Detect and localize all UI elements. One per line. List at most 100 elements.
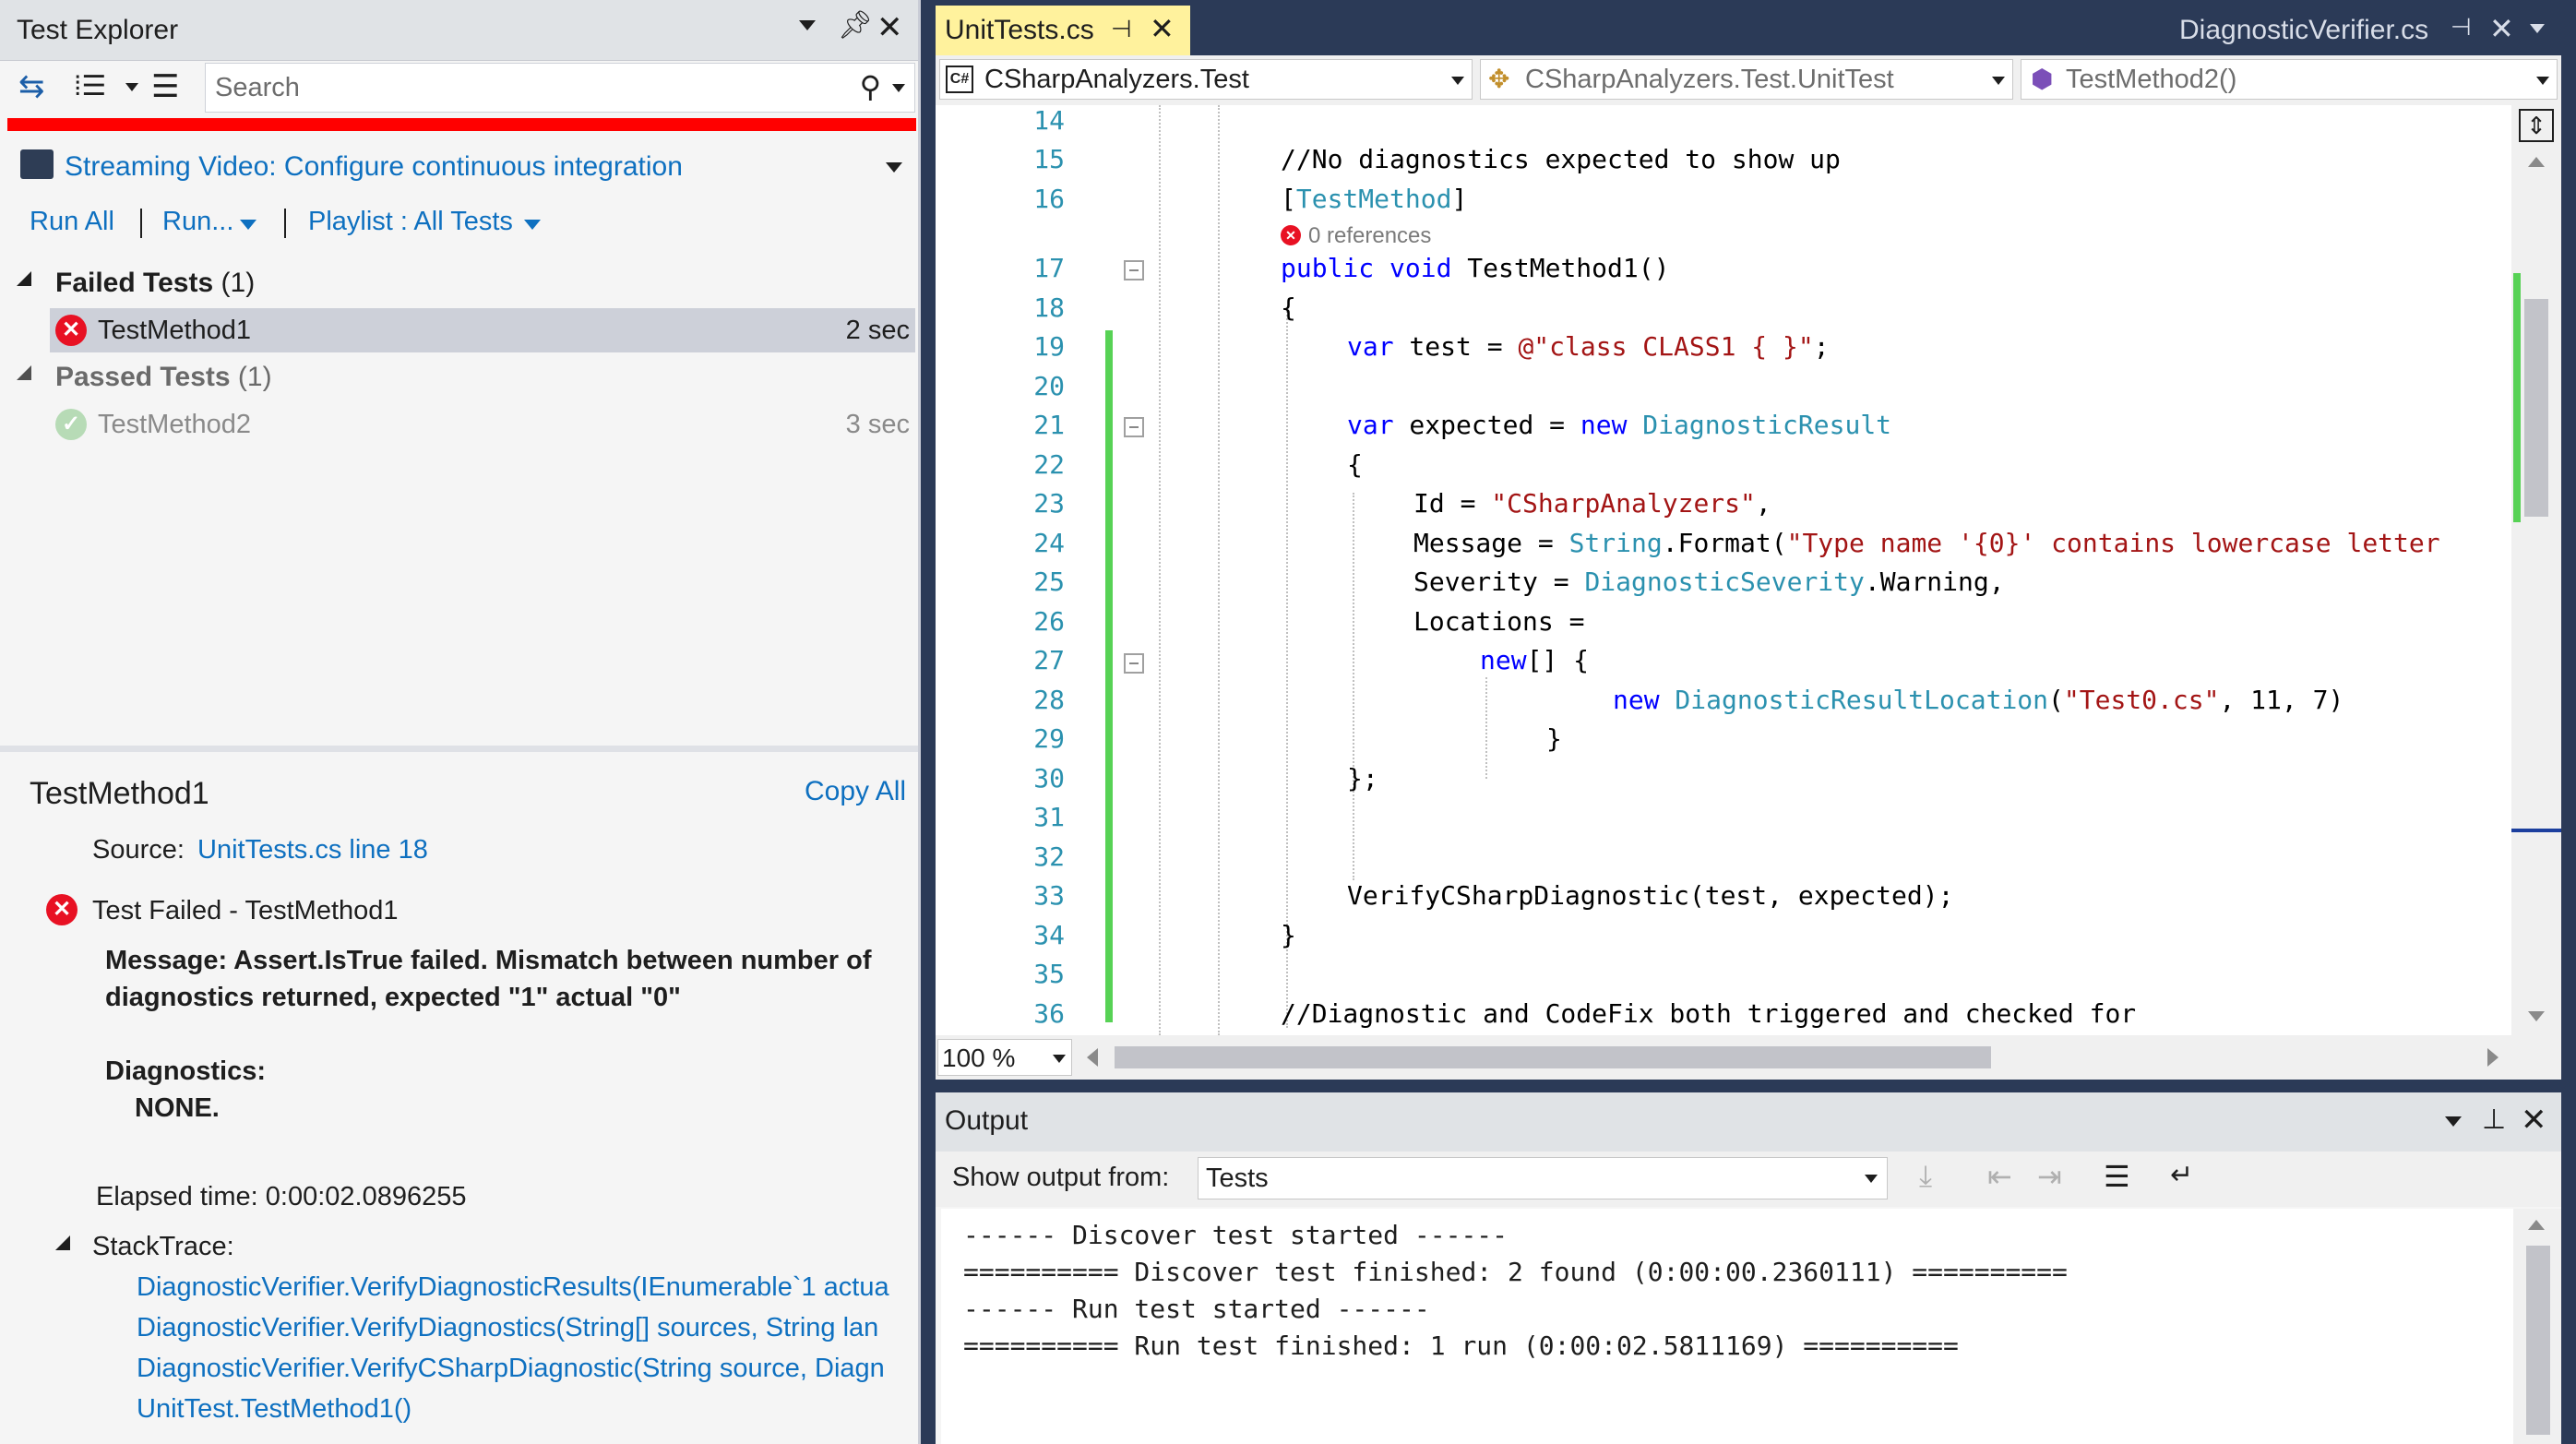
line-number: 17 [1033,253,1065,283]
playlist-chevron-icon[interactable] [524,220,541,230]
search-box[interactable]: Search ⚲ [205,63,915,113]
code-line: [TestMethod] [1281,184,1468,214]
close-icon[interactable]: ✕ [877,9,903,46]
scroll-thumb[interactable] [2524,299,2548,517]
collapse-icon[interactable] [1124,653,1144,674]
line-number: 31 [1033,802,1065,832]
copy-all-link[interactable]: Copy All [805,776,906,807]
error-icon: ✕ [46,894,78,925]
close-icon[interactable]: ✕ [2489,11,2514,46]
hierarchy-chevron-icon[interactable] [125,83,138,91]
clear-all-icon[interactable]: ☰ [2104,1159,2130,1194]
find-message-icon[interactable]: ⤓ [1919,1159,1932,1194]
class-icon: ✥ [1488,65,1510,93]
csharp-project-icon: C# [946,66,973,93]
references-count[interactable]: 0 references [1308,223,1431,249]
code-line: } [1546,723,1562,754]
scroll-left-icon[interactable] [1087,1048,1098,1067]
line-number: 34 [1033,920,1065,950]
failed-group-title: Failed Tests [55,268,214,298]
search-icon[interactable]: ⚲ [860,69,881,104]
vertical-scrollbar[interactable]: ⇕ [2511,105,2561,1035]
pin-icon[interactable]: 📌︎ [838,9,873,42]
tab-label: UnitTests.cs [945,15,1094,45]
project-dropdown[interactable]: C# CSharpAnalyzers.Test [939,59,1473,100]
line-number: 15 [1033,144,1065,174]
tab-unittests[interactable]: UnitTests.cs ⊣ ✕ [936,6,1190,55]
source-link[interactable]: UnitTests.cs line 18 [197,835,428,865]
pin-icon[interactable]: ⊣ [1111,15,1132,43]
streaming-chevron-icon[interactable] [886,162,902,173]
passed-group-expander-icon[interactable] [17,365,31,380]
playlist-dropdown[interactable]: Playlist : All Tests [308,207,513,237]
zoom-dropdown[interactable]: 100 % [937,1039,1072,1076]
run-all-link[interactable]: Run All [30,207,114,237]
tab-diagnosticverifier[interactable]: DiagnosticVerifier.cs ⊣ ✕ [2177,0,2565,55]
list-icon[interactable]: ☰ [151,68,179,105]
scroll-thumb[interactable] [2526,1246,2550,1435]
test-row-passed[interactable]: ✓ TestMethod2 3 sec [50,402,915,447]
close-icon[interactable]: ✕ [2521,1102,2547,1139]
project-name: CSharpAnalyzers.Test [984,65,1249,94]
previous-message-icon[interactable]: ⇤ [1987,1159,2012,1194]
code-editor[interactable]: 14 15 16 17 18 19 20 21 22 23 24 25 26 2… [936,105,2511,1035]
horizontal-scroll-thumb[interactable] [1115,1046,1991,1068]
collapse-icon[interactable] [1124,417,1144,437]
close-icon[interactable]: ✕ [1150,11,1175,46]
class-dropdown[interactable]: ✥ CSharpAnalyzers.Test.UnitTest [1480,59,2013,100]
error-message-line2: diagnostics returned, expected "1" actua… [105,983,681,1012]
passed-tests-group[interactable]: Passed Tests (1) [55,362,272,393]
diagnostics-value: NONE. [135,1093,220,1123]
test-row-failed[interactable]: ✕ TestMethod1 2 sec [50,308,915,352]
scroll-up-icon[interactable] [2528,1220,2545,1230]
pin-icon[interactable]: ⊥ [2482,1104,2506,1136]
line-number: 28 [1033,685,1065,715]
panel-splitter[interactable] [0,746,918,752]
output-vertical-scrollbar[interactable] [2513,1209,2561,1444]
group-by-icon[interactable]: ⇆ [18,68,45,105]
failed-group-expander-icon[interactable] [17,271,31,286]
output-toolbar: Show output from: Tests ⤓ ⇤ ⇥ ☰ ↵ [936,1152,2561,1207]
code-line: { [1281,292,1296,323]
separator [284,209,286,238]
output-source-dropdown[interactable]: Tests [1198,1157,1888,1199]
failed-group-count: (1) [221,268,256,298]
output-title: Output [945,1105,1029,1136]
code-line: var expected = new DiagnosticResult [1347,410,1892,440]
output-source: Tests [1206,1164,1269,1193]
scroll-up-icon[interactable] [2528,157,2545,167]
check-icon: ✓ [55,409,87,440]
search-input[interactable]: Search [215,73,300,103]
next-message-icon[interactable]: ⇥ [2037,1159,2062,1194]
line-number: 30 [1033,763,1065,794]
run-dropdown[interactable]: Run... [162,207,233,237]
test-name: TestMethod2 [98,410,252,439]
run-chevron-icon[interactable] [240,220,256,230]
output-text-area[interactable]: ------ Discover test started ------ ====… [941,1209,2513,1444]
stacktrace-expander-icon[interactable] [55,1235,70,1250]
line-number: 36 [1033,998,1065,1029]
scroll-right-icon[interactable] [2487,1048,2498,1067]
hierarchy-icon[interactable]: ⁞☰ [74,70,106,102]
test-duration: 3 sec [845,410,910,439]
streaming-video-label[interactable]: Streaming Video: Configure continuous in… [65,151,683,183]
stacktrace-frame[interactable]: DiagnosticVerifier.VerifyCSharpDiagnosti… [137,1354,895,1384]
tab-list-chevron-icon[interactable] [2530,24,2545,33]
test-explorer-panel: Test Explorer 📌︎ ✕ ⇆ ⁞☰ ☰ Search ⚲ Strea… [0,0,921,1444]
failed-tests-group[interactable]: Failed Tests (1) [55,268,255,299]
stacktrace-frame[interactable]: DiagnosticVerifier.VerifyDiagnosticResul… [137,1272,895,1303]
stacktrace-frame[interactable]: DiagnosticVerifier.VerifyDiagnostics(Str… [137,1313,895,1343]
collapse-icon[interactable] [1124,260,1144,280]
output-line: ------ Run test started ------ [963,1294,1430,1324]
tab-label: DiagnosticVerifier.cs [2179,15,2429,45]
word-wrap-icon[interactable]: ↵ [2170,1159,2193,1191]
split-window-icon[interactable]: ⇕ [2519,109,2554,142]
stacktrace-frame[interactable]: UnitTest.TestMethod1() [137,1394,895,1425]
scroll-down-icon[interactable] [2528,1011,2545,1021]
member-dropdown[interactable]: ⬢ TestMethod2() [2021,59,2558,100]
window-menu-chevron-icon[interactable] [799,20,816,30]
pin-icon[interactable]: ⊣ [2451,13,2472,42]
test-progress-bar [7,118,916,131]
window-menu-chevron-icon[interactable] [2445,1116,2462,1127]
search-chevron-icon[interactable] [892,84,905,92]
